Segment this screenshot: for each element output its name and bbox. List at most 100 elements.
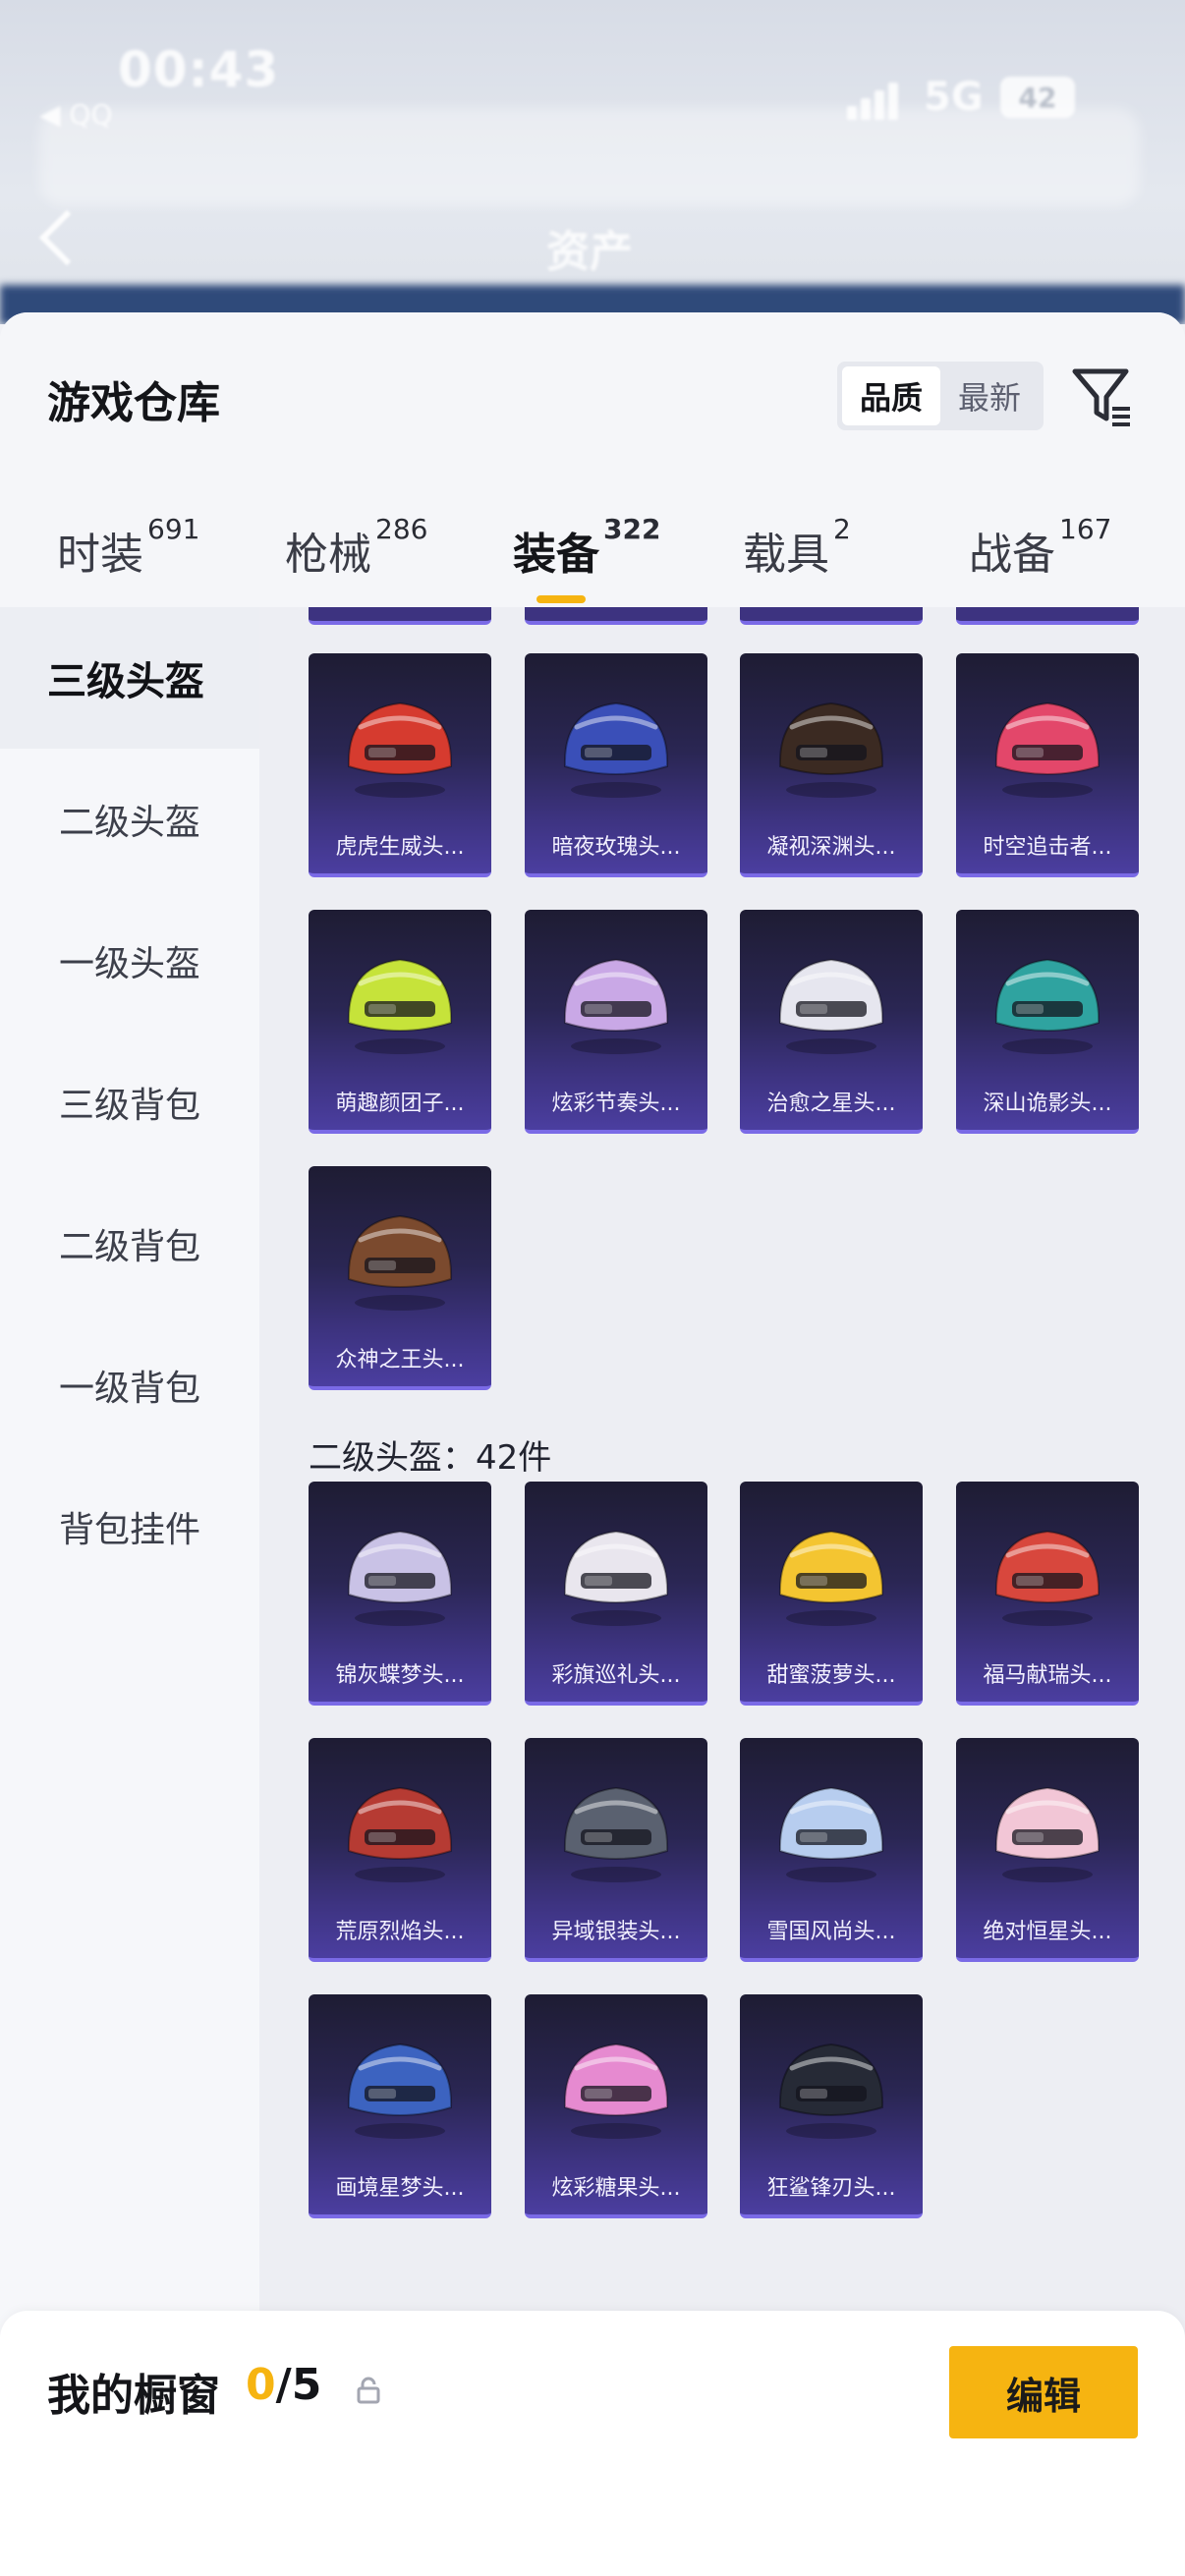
category-tabs: 时装 691 枪械 286 装备 322 载具 2 战备 167 (0, 499, 1185, 607)
item-card-partial[interactable] (309, 607, 491, 625)
helmet-flame-icon (309, 1738, 491, 1919)
item-name: 众神之王头... (335, 1348, 465, 1372)
helmet-horse-icon (956, 1482, 1139, 1662)
item-card-partial[interactable] (956, 607, 1139, 625)
sidebar-item-level1-helmet[interactable]: 一级头盔 (0, 890, 259, 1032)
sort-option-quality[interactable]: 品质 (842, 366, 940, 425)
helmet-shark-icon (740, 1994, 923, 2175)
item-name: 炫彩节奏头... (551, 1092, 681, 1116)
sidebar-item-level3-helmet[interactable]: 三级头盔 (0, 607, 259, 749)
sidebar-item-level1-backpack[interactable]: 一级背包 (0, 1315, 259, 1456)
item-name: 暗夜玫瑰头... (551, 835, 681, 860)
background-title: 资产 (546, 227, 633, 277)
helmet-sprout-icon (309, 910, 491, 1091)
background-page: 00:43 ◀ QQ 5G 42 资产 (0, 0, 1185, 324)
item-name: 福马献瑞头... (983, 1663, 1112, 1688)
item-card[interactable]: 彩旗巡礼头... (525, 1482, 707, 1706)
item-card[interactable]: 萌趣颜团子... (309, 910, 491, 1134)
section-title-level2: 二级头盔：42件 (309, 1438, 552, 1478)
battery-icon: 42 (1000, 77, 1075, 118)
sheet-header: 游戏仓库 品质 最新 时装 691 枪械 286 装备 322 载具 2 战备 … (0, 312, 1185, 607)
status-time: 00:43 (118, 41, 280, 98)
tab-count: 691 (147, 513, 200, 545)
item-name: 甜蜜菠萝头... (766, 1663, 896, 1688)
signal-icon (847, 81, 906, 120)
item-card[interactable]: 绝对恒星头... (956, 1738, 1139, 1962)
tab-label: 时装 (57, 530, 143, 580)
item-card[interactable]: 狂鲨锋刃头... (740, 1994, 923, 2218)
item-grid: 虎虎生威头... 暗夜玫瑰头... 凝视深渊头... 时空追击者... 萌趣颜团子...… (259, 607, 1185, 2576)
item-name: 深山诡影头... (983, 1092, 1112, 1116)
tab-fashion[interactable]: 时装 691 (57, 513, 199, 582)
item-card[interactable]: 炫彩节奏头... (525, 910, 707, 1134)
sidebar-item-level2-backpack[interactable]: 二级背包 (0, 1173, 259, 1315)
item-card[interactable]: 暗夜玫瑰头... (525, 653, 707, 877)
edit-button[interactable]: 编辑 (949, 2346, 1138, 2438)
helmet-galaxy-icon (309, 1994, 491, 2175)
page-title: 游戏仓库 (47, 378, 220, 428)
helmet-shadow-icon (956, 910, 1139, 1091)
item-card-partial[interactable] (740, 607, 923, 625)
warehouse-sheet: 游戏仓库 品质 最新 时装 691 枪械 286 装备 322 载具 2 战备 … (0, 312, 1185, 2576)
sidebar-item-level3-backpack[interactable]: 三级背包 (0, 1032, 259, 1173)
item-card[interactable]: 画境星梦头... (309, 1994, 491, 2218)
item-card[interactable]: 甜蜜菠萝头... (740, 1482, 923, 1706)
item-name: 绝对恒星头... (983, 1920, 1112, 1944)
helmet-rose-icon (525, 653, 707, 834)
item-card[interactable]: 荒原烈焰头... (309, 1738, 491, 1962)
item-card[interactable]: 治愈之星头... (740, 910, 923, 1134)
item-card[interactable]: 异域银装头... (525, 1738, 707, 1962)
item-card[interactable]: 锦灰蝶梦头... (309, 1482, 491, 1706)
tab-guns[interactable]: 枪械 286 (285, 513, 427, 582)
sort-option-newest[interactable]: 最新 (940, 366, 1039, 425)
item-name: 异域银装头... (551, 1920, 681, 1944)
sort-toggle: 品质 最新 (837, 362, 1044, 430)
tab-count: 167 (1059, 513, 1112, 545)
showcase-count: 0/5 (246, 2360, 321, 2410)
back-arrow-icon (38, 209, 95, 266)
tab-label: 装备 (513, 530, 599, 580)
item-name: 凝视深渊头... (766, 835, 896, 860)
helmet-pink-icon (956, 1738, 1139, 1919)
tab-vehicles[interactable]: 载具 2 (743, 513, 851, 582)
helmet-tiger-icon (309, 653, 491, 834)
helmet-flag-icon (525, 1482, 707, 1662)
item-name: 炫彩糖果头... (551, 2176, 681, 2201)
item-name: 彩旗巡礼头... (551, 1663, 681, 1688)
tab-count: 286 (375, 513, 428, 545)
helmet-snow-icon (740, 1738, 923, 1919)
item-card-partial[interactable] (525, 607, 707, 625)
sidebar-item-backpack-charm[interactable]: 背包挂件 (0, 1456, 259, 1597)
network-type: 5G (924, 75, 984, 120)
item-card[interactable]: 雪国风尚头... (740, 1738, 923, 1962)
item-card[interactable]: 深山诡影头... (956, 910, 1139, 1134)
item-name: 锦灰蝶梦头... (335, 1663, 465, 1688)
tab-battle-gear[interactable]: 战备 167 (969, 513, 1111, 582)
item-card[interactable]: 福马献瑞头... (956, 1482, 1139, 1706)
item-card[interactable]: 炫彩糖果头... (525, 1994, 707, 2218)
helmet-silver-icon (525, 1738, 707, 1919)
helmet-abyss-icon (740, 653, 923, 834)
showcase-current: 0 (246, 2360, 276, 2410)
item-name: 雪国风尚头... (766, 1920, 896, 1944)
tab-label: 载具 (743, 530, 829, 580)
helmet-mech-icon (956, 653, 1139, 834)
tab-equipment[interactable]: 装备 322 (513, 513, 660, 582)
status-back-app: ◀ QQ (39, 98, 113, 131)
tab-count: 322 (603, 513, 661, 545)
showcase-label: 我的橱窗 (47, 2371, 220, 2421)
helmet-star-icon (740, 910, 923, 1091)
item-card[interactable]: 众神之王头... (309, 1166, 491, 1390)
lock-icon (354, 2376, 383, 2405)
sidebar-item-level2-helmet[interactable]: 二级头盔 (0, 749, 259, 890)
tab-label: 枪械 (285, 530, 371, 580)
helmet-god-icon (309, 1166, 491, 1347)
item-name: 萌趣颜团子... (335, 1092, 465, 1116)
item-card[interactable]: 虎虎生威头... (309, 653, 491, 877)
filter-icon[interactable] (1069, 362, 1136, 430)
item-card[interactable]: 时空追击者... (956, 653, 1139, 877)
item-name: 时空追击者... (983, 835, 1112, 860)
item-name: 狂鲨锋刃头... (766, 2176, 896, 2201)
item-name: 荒原烈焰头... (335, 1920, 465, 1944)
item-card[interactable]: 凝视深渊头... (740, 653, 923, 877)
